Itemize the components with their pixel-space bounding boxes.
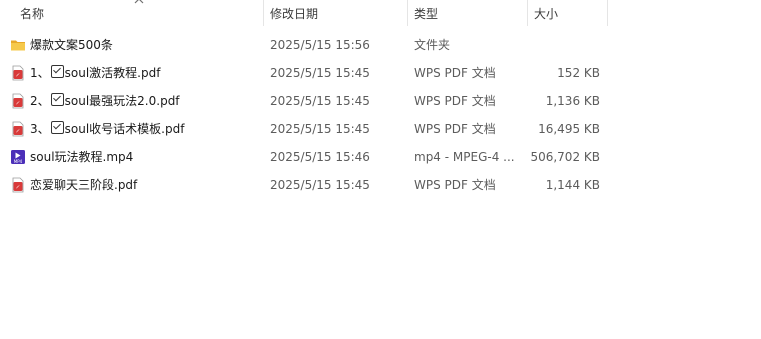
column-header: 名称 修改日期 类型 大小 [0, 0, 761, 30]
file-type: WPS PDF 文档 [414, 178, 496, 192]
file-name: 恋爱聊天三阶段.pdf [30, 171, 262, 199]
file-list: 爆款文案500条 2025/5/15 15:56 文件夹 1、 soul激活教程.pdf… [0, 31, 761, 199]
column-header-size[interactable]: 大小 [528, 0, 608, 30]
file-type: WPS PDF 文档 [414, 122, 496, 136]
column-header-date[interactable]: 修改日期 [264, 0, 408, 30]
file-name-prefix: soul玩法教程.mp4 [30, 150, 134, 164]
file-date: 2025/5/15 15:45 [270, 66, 370, 80]
file-name-text: soul最强玩法2.0.pdf [64, 94, 180, 108]
file-date: 2025/5/15 15:45 [270, 122, 370, 136]
file-name: soul玩法教程.mp4 [30, 143, 262, 171]
file-row[interactable]: 3、 soul收号话术模板.pdf 2025/5/15 15:45 WPS PDF 文… [0, 115, 761, 143]
file-name-text: soul激活教程.pdf [64, 66, 161, 80]
file-date: 2025/5/15 15:45 [270, 94, 370, 108]
column-header-type[interactable]: 类型 [408, 0, 528, 30]
file-size: 1,144 KB [545, 178, 600, 192]
file-name: 爆款文案500条 [30, 31, 262, 59]
checkbox-emoji-icon [50, 65, 64, 78]
file-name-prefix: 1、 [30, 66, 50, 80]
file-row[interactable]: 1、 soul激活教程.pdf 2025/5/15 15:45 WPS PDF 文档 1… [0, 59, 761, 87]
file-name-prefix: 3、 [30, 122, 50, 136]
mp4-icon: MP4 [10, 149, 26, 165]
file-name-prefix: 2、 [30, 94, 50, 108]
folder-icon [10, 37, 26, 53]
file-name: 2、 soul最强玩法2.0.pdf [30, 87, 262, 115]
file-row[interactable]: 恋爱聊天三阶段.pdf 2025/5/15 15:45 WPS PDF 文档 1,14… [0, 171, 761, 199]
file-size: 152 KB [557, 66, 600, 80]
file-name-prefix: 爆款文案500条 [30, 38, 113, 52]
file-date: 2025/5/15 15:45 [270, 178, 370, 192]
column-divider[interactable] [607, 0, 608, 26]
checkbox-emoji-icon [50, 121, 64, 134]
file-size [528, 31, 600, 59]
file-name-prefix: 恋爱聊天三阶段.pdf [30, 178, 138, 192]
file-row[interactable]: 2、 soul最强玩法2.0.pdf 2025/5/15 15:45 WPS PDF … [0, 87, 761, 115]
checkbox-emoji-icon [50, 93, 64, 106]
column-header-name[interactable]: 名称 [14, 0, 264, 30]
file-date: 2025/5/15 15:46 [270, 150, 370, 164]
file-size: 506,702 KB [530, 150, 600, 164]
file-type: WPS PDF 文档 [414, 94, 496, 108]
file-size: 16,495 KB [538, 122, 600, 136]
file-size: 1,136 KB [545, 94, 600, 108]
pdf-icon [10, 121, 26, 137]
file-type: WPS PDF 文档 [414, 66, 496, 80]
file-row[interactable]: MP4 soul玩法教程.mp4 2025/5/15 15:46 mp4 - MPEG… [0, 143, 761, 171]
file-name: 3、 soul收号话术模板.pdf [30, 115, 262, 143]
svg-text:MP4: MP4 [14, 159, 23, 164]
file-name: 1、 soul激活教程.pdf [30, 59, 262, 87]
file-row[interactable]: 爆款文案500条 2025/5/15 15:56 文件夹 [0, 31, 761, 59]
pdf-icon [10, 65, 26, 81]
file-name-text: soul收号话术模板.pdf [64, 122, 185, 136]
file-type: 文件夹 [414, 38, 451, 52]
file-explorer: 名称 修改日期 类型 大小 爆款文案500条 2025/5/15 15:56 文件夹… [0, 0, 761, 339]
pdf-icon [10, 93, 26, 109]
pdf-icon [10, 177, 26, 193]
file-type: mp4 - MPEG-4 ... [414, 150, 515, 164]
file-date: 2025/5/15 15:56 [270, 38, 370, 52]
